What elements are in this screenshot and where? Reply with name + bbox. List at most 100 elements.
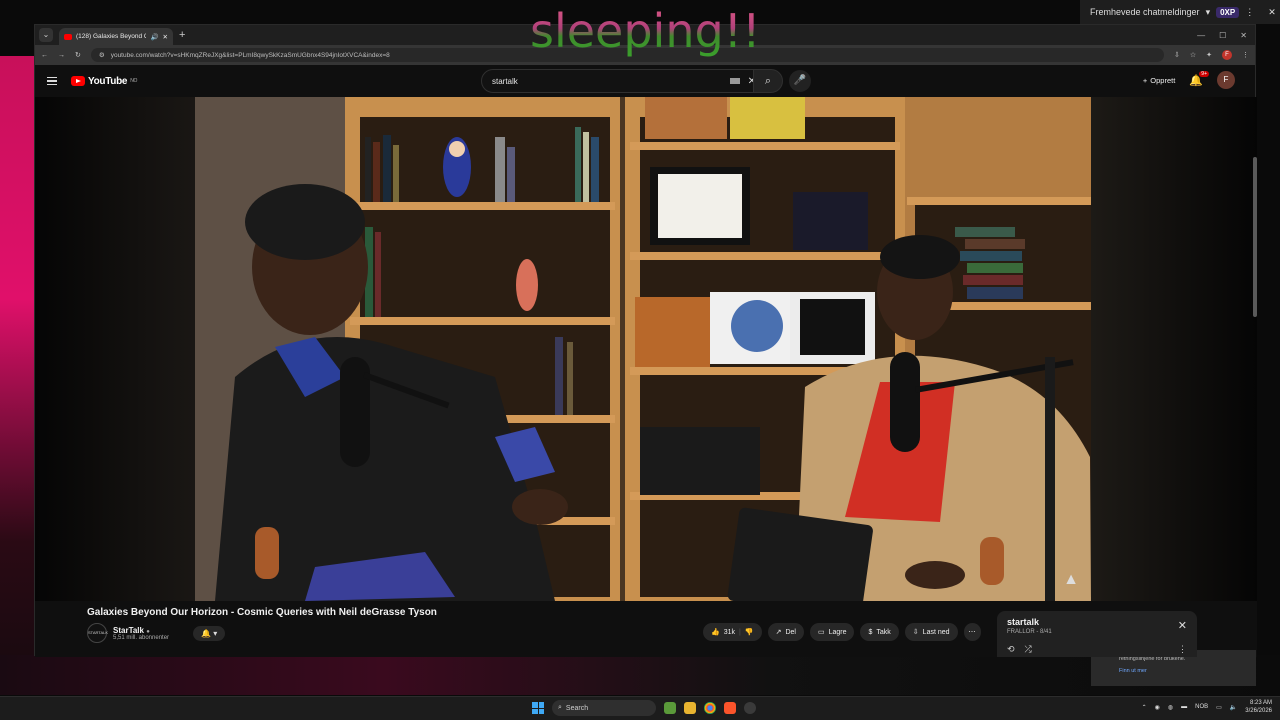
url-text: youtube.com/watch?v=sHKmqZReJXg&list=PLm… [110,51,390,59]
channel-name[interactable]: StarTalk ● [113,626,169,635]
obs-icon[interactable] [744,702,756,714]
share-button[interactable]: ↗ Del [767,623,804,641]
chat-panel-label: Fremhevede chatmeldinger [1090,7,1200,17]
more-vert-icon[interactable]: ⋮ [1245,7,1254,18]
voice-search-button[interactable]: 🎤 [789,70,811,92]
more-vert-icon[interactable]: ⋮ [1178,644,1187,655]
ambient-left [35,97,195,601]
save-label: Lagre [828,628,847,636]
learn-more-link[interactable]: Finn ut mer [1119,668,1228,674]
back-icon[interactable]: ← [41,52,48,59]
bookmark-star-icon[interactable]: ☆ [1190,51,1196,59]
discord-icon[interactable]: ◍ [1168,704,1173,711]
more-horiz-icon: ⋯ [968,629,976,636]
notification-count: 9+ [1199,70,1209,77]
playlist-panel[interactable]: startalk FRALLOR - 8/41 ✕ ⟲ ⤮ ⋮ [997,611,1197,657]
widget-icon[interactable] [664,702,676,714]
window-controls: — ☐ ✕ [1197,31,1255,40]
channel-avatar[interactable]: STARTALK [87,623,108,643]
tray-app-icon[interactable]: ◉ [1155,704,1160,711]
language-indicator[interactable]: NOB [1195,704,1208,710]
site-info-icon[interactable]: ⚙ [99,51,105,59]
clock[interactable]: 8:23 AM 3/26/2026 [1245,699,1272,715]
file-explorer-icon[interactable] [684,702,696,714]
network-icon[interactable]: ▭ [1216,704,1222,711]
speaker-icon[interactable]: 🔊 [150,33,158,41]
subscription-bell-button[interactable]: 🔔 ▾ [193,625,226,641]
page-scrollbar[interactable] [1253,157,1257,317]
create-button[interactable]: + Opprett [1143,76,1175,85]
notifications-button[interactable]: 🔔 9+ [1189,70,1209,87]
download-button[interactable]: ⇩ Last ned [904,623,958,641]
taskbar: ⌕ Search ⌃ ◉ ◍ ▬ NOB ▭ 🔈 8:23 AM 3/26/20… [0,696,1280,720]
search-input[interactable]: startalk ✕ [481,69,765,93]
video-actions: 👍 31k | 👎 ↗ Del ▭ Lagre $ Takk ⇩ Last ne… [703,623,981,641]
tab-close-icon[interactable]: ✕ [163,33,168,41]
chrome-icon[interactable] [704,702,716,714]
channel-name-text: StarTalk [113,625,144,635]
youtube-logo[interactable]: YouTube NO [71,76,137,87]
desktop-wallpaper-left [0,56,34,664]
account-avatar[interactable]: F [1217,71,1235,89]
profile-icon[interactable]: F [1222,50,1232,60]
browser-menu-icon[interactable]: ⋮ [1242,51,1249,59]
ambient-right [1091,97,1257,601]
browser-window: ⌄ (128) Galaxies Beyond Ou 🔊 ✕ + — ☐ ✕ ←… [34,24,1257,657]
thanks-button[interactable]: $ Takk [860,623,899,641]
search-value: startalk [492,76,518,86]
youtube-favicon-icon [64,33,72,40]
tab-youtube[interactable]: (128) Galaxies Beyond Ou 🔊 ✕ [59,28,173,45]
channel-watermark-icon[interactable]: ▲ [1063,571,1079,589]
download-label: Last ned [922,628,950,636]
search-icon: ⌕ [764,75,772,87]
youtube-region: NO [130,78,138,84]
chevron-down-icon[interactable]: ▾ [1206,7,1211,18]
reload-icon[interactable]: ↻ [75,51,81,59]
menu-icon[interactable] [47,76,57,86]
more-actions-button[interactable]: ⋯ [963,623,981,641]
thumb-down-icon[interactable]: 👎 [745,628,754,636]
share-label: Del [785,628,796,636]
featured-chat-panel[interactable]: Fremhevede chatmeldinger ▾ 0XP ⋮ ✕ [1080,0,1280,24]
forward-icon[interactable]: → [58,52,65,59]
download-icon: ⇩ [912,629,919,636]
window-close-icon[interactable]: ✕ [1240,31,1247,40]
create-label: Opprett [1150,75,1176,85]
start-icon[interactable] [532,702,544,714]
close-icon[interactable]: ✕ [1178,619,1187,632]
taskbar-search-placeholder: Search [565,704,589,712]
address-bar-actions: ⇩ ☆ ✦ F ⋮ [1174,50,1249,60]
thumb-up-icon: 👍 [711,629,720,636]
chevron-up-icon[interactable]: ⌃ [1142,704,1147,711]
divider: | [739,628,741,636]
taskbar-search[interactable]: ⌕ Search [552,700,656,716]
like-button[interactable]: 👍 31k | 👎 [703,623,762,641]
save-button[interactable]: ▭ Lagre [809,623,855,641]
minimize-icon[interactable]: — [1197,31,1205,40]
brave-icon[interactable] [724,702,736,714]
maximize-icon[interactable]: ☐ [1219,31,1226,40]
new-tab-icon[interactable]: + [179,29,185,41]
shuffle-icon[interactable]: ⤮ [1025,644,1032,655]
volume-icon[interactable]: 🔈 [1230,704,1237,711]
close-icon[interactable]: ✕ [1268,7,1276,18]
keyboard-icon[interactable] [729,78,740,84]
extensions-icon[interactable]: ✦ [1206,51,1212,59]
video-player[interactable]: ▲ [195,97,1091,601]
repeat-icon[interactable]: ⟲ [1007,644,1015,655]
xp-badge: 0XP [1216,6,1240,18]
search-button[interactable]: ⌕ [753,69,783,93]
clock-time: 8:23 AM [1249,700,1272,706]
screen: sleeping!! Fremhevede chatmeldinger ▾ 0X… [0,0,1280,720]
chevron-down-icon: ▾ [213,628,218,638]
subscriber-count: 5,51 mill. abonnenter [113,634,170,641]
install-app-icon[interactable]: ⇩ [1174,51,1180,59]
like-count: 31k [723,628,736,636]
tab-search-icon[interactable]: ⌄ [39,28,53,42]
verified-icon: ● [146,628,150,635]
youtube-logo-text: YouTube [88,75,128,87]
channel-row: STARTALK StarTalk ● 5,51 mill. abonnente… [87,623,226,643]
plus-icon: + [1142,75,1148,85]
youtube-header: YouTube NO startalk ✕ ⌕ 🎤 + Opprett 🔔 9+ [35,65,1255,97]
flag-icon[interactable]: ▬ [1181,704,1187,710]
